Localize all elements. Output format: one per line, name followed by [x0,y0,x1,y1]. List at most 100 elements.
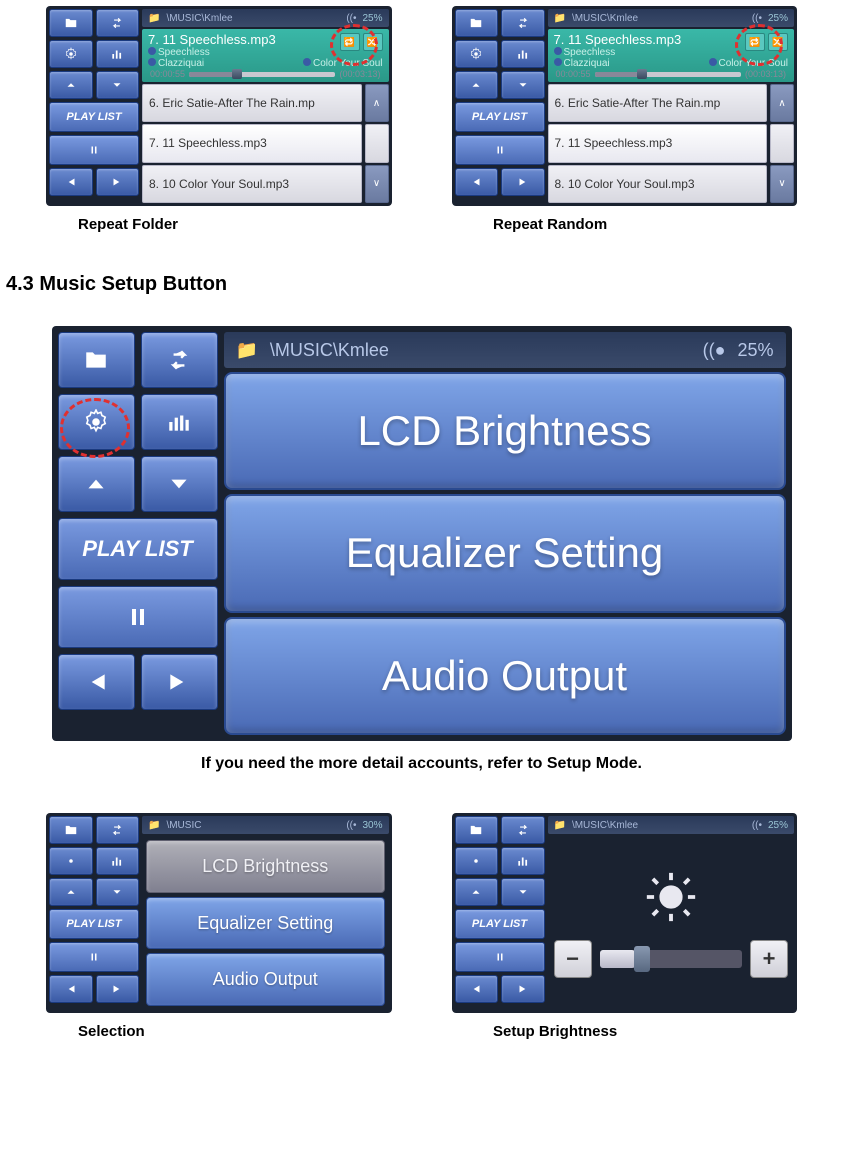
up-button[interactable] [49,878,93,906]
pause-button[interactable] [58,586,218,648]
brightness-minus[interactable]: − [554,940,592,978]
folder-button[interactable] [58,332,135,388]
track-item[interactable]: 6. Eric Satie-After The Rain.mp [142,84,362,122]
menu-equalizer-setting[interactable]: Equalizer Setting [146,897,385,950]
volume-label: 25% [737,340,773,361]
track-item[interactable]: 6. Eric Satie-After The Rain.mp [548,84,768,122]
repeat-button[interactable] [501,816,545,844]
equalizer-button[interactable] [501,847,545,875]
menu-audio-output[interactable]: Audio Output [224,617,786,735]
song-label: Speechless [158,47,210,58]
main-area: 📁 \MUSIC\Kmlee ((• 25% − + [548,816,795,1010]
pause-button[interactable] [455,135,545,165]
shuffle-mode-icon[interactable]: 🔀 [768,33,788,51]
scroll-up[interactable]: ∧ [365,84,389,122]
settings-button[interactable] [49,40,93,68]
equalizer-button[interactable] [96,40,140,68]
path-label: \MUSIC [166,820,340,831]
settings-button[interactable] [49,847,93,875]
prev-button[interactable] [58,654,135,710]
equalizer-button[interactable] [96,847,140,875]
scroll-down[interactable]: ∨ [365,165,389,203]
pause-button[interactable] [49,942,139,972]
tracklist: 6. Eric Satie-After The Rain.mp 7. 11 Sp… [142,84,389,203]
brightness-slider[interactable] [600,950,743,968]
section-heading: 4.3 Music Setup Button [6,273,837,296]
track-item[interactable]: 8. 10 Color Your Soul.mp3 [548,165,768,203]
repeat-mode-icon[interactable]: 🔁 [745,33,765,51]
prev-button[interactable] [49,975,93,1003]
track-item[interactable]: 7. 11 Speechless.mp3 [142,124,362,162]
track-item[interactable]: 8. 10 Color Your Soul.mp3 [142,165,362,203]
album-label: Color Your Soul [719,58,789,69]
next-button[interactable] [501,168,545,196]
up-button[interactable] [58,456,135,512]
folder-button[interactable] [49,9,93,37]
settings-button[interactable] [455,40,499,68]
signal-icon: ((• [346,820,356,831]
scroll-down[interactable]: ∨ [770,165,794,203]
down-button[interactable] [96,878,140,906]
progress-bar[interactable] [595,72,741,77]
menu-lcd-brightness[interactable]: LCD Brightness [224,372,786,490]
folder-button[interactable] [49,816,93,844]
down-button[interactable] [501,878,545,906]
signal-icon: ((• [752,820,762,831]
repeat-button[interactable] [501,9,545,37]
scroll-track[interactable] [770,124,794,162]
prev-button[interactable] [49,168,93,196]
playlist-button[interactable]: PLAY LIST [58,518,218,580]
settings-button[interactable] [58,394,135,450]
player-repeat-folder: PLAY LIST 📁 \MUSIC\Kmlee ((• 25% 🔁 🔀 7. … [46,6,392,206]
next-button[interactable] [141,654,218,710]
main-area: 📁 \MUSIC\Kmlee ((• 25% 🔁 🔀 7. 11 Speechl… [142,9,389,203]
song-label: Speechless [564,47,616,58]
menu-lcd-brightness[interactable]: LCD Brightness [146,840,385,893]
pause-button[interactable] [49,135,139,165]
menu-audio-output[interactable]: Audio Output [146,953,385,1006]
playlist-button[interactable]: PLAY LIST [49,102,139,132]
playlist-button[interactable]: PLAY LIST [455,102,545,132]
repeat-button[interactable] [96,816,140,844]
up-button[interactable] [49,71,93,99]
progress-bar[interactable] [189,72,335,77]
folder-button[interactable] [455,9,499,37]
path-label: \MUSIC\Kmlee [572,13,746,24]
repeat-button[interactable] [96,9,140,37]
note-icon [554,47,562,55]
center-caption: If you need the more detail accounts, re… [6,755,837,773]
down-button[interactable] [501,71,545,99]
folder-button[interactable] [455,816,499,844]
caption-brightness: Setup Brightness [493,1023,816,1040]
shuffle-mode-icon[interactable]: 🔀 [363,33,383,51]
prev-button[interactable] [455,975,499,1003]
settings-button[interactable] [455,847,499,875]
menu-equalizer-setting[interactable]: Equalizer Setting [224,494,786,612]
equalizer-button[interactable] [141,394,218,450]
up-button[interactable] [455,71,499,99]
volume-label: 25% [768,820,788,831]
pause-button[interactable] [455,942,545,972]
volume-label: 25% [768,13,788,24]
next-button[interactable] [96,168,140,196]
sidebar: PLAY LIST [49,9,139,203]
scrollbar: ∧ ∨ [365,84,389,203]
playlist-button[interactable]: PLAY LIST [455,909,545,939]
scroll-up[interactable]: ∧ [770,84,794,122]
equalizer-button[interactable] [501,40,545,68]
total-time: (00:03:13) [745,69,786,79]
next-button[interactable] [96,975,140,1003]
next-button[interactable] [501,975,545,1003]
repeat-button[interactable] [141,332,218,388]
track-item[interactable]: 7. 11 Speechless.mp3 [548,124,768,162]
brightness-plus[interactable]: + [750,940,788,978]
prev-button[interactable] [455,168,499,196]
playlist-button[interactable]: PLAY LIST [49,909,139,939]
repeat-mode-icon[interactable]: 🔁 [340,33,360,51]
down-button[interactable] [141,456,218,512]
up-button[interactable] [455,878,499,906]
down-button[interactable] [96,71,140,99]
status-bar: 📁 \MUSIC ((• 30% [142,816,389,834]
scroll-track[interactable] [365,124,389,162]
sidebar: PLAY LIST [49,816,139,1010]
